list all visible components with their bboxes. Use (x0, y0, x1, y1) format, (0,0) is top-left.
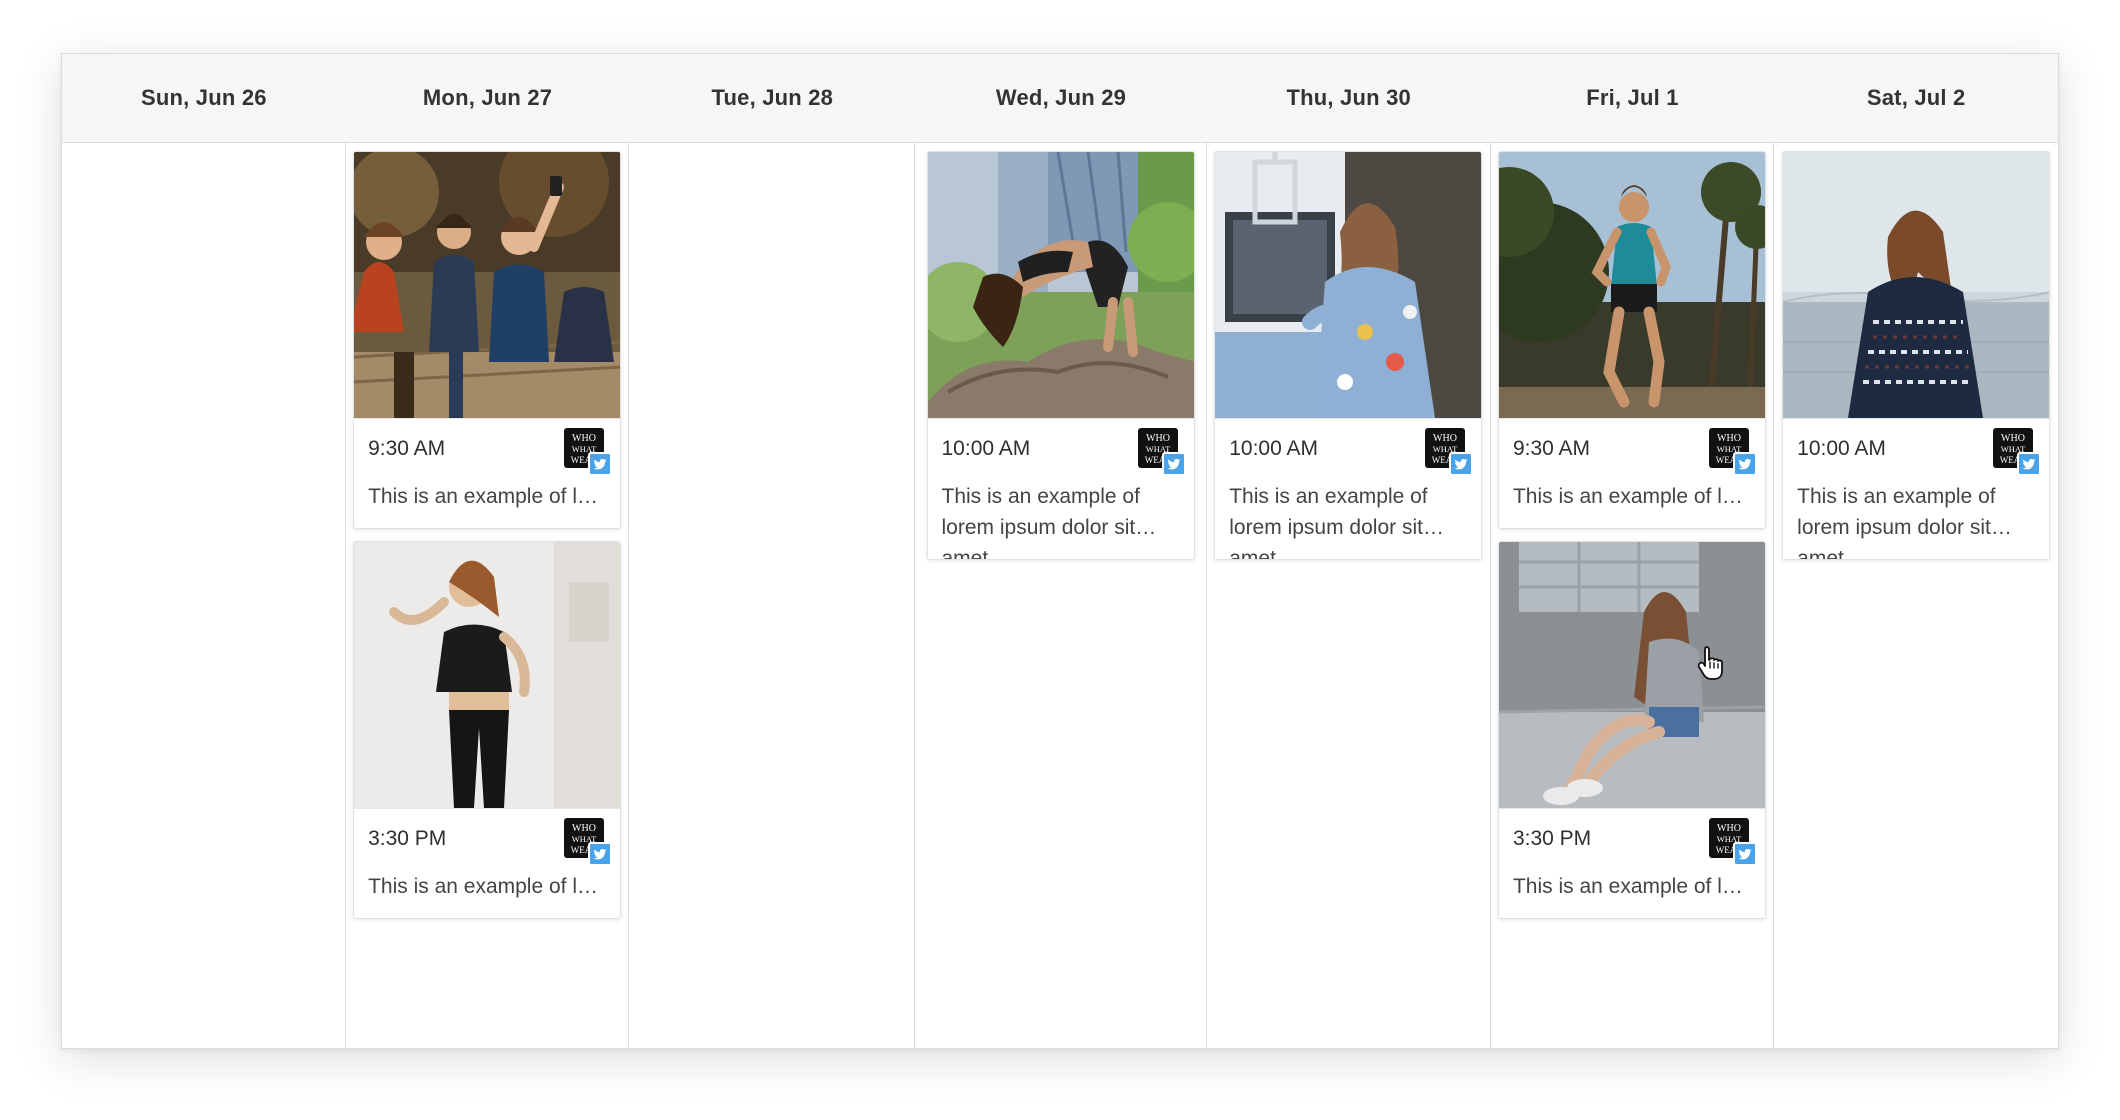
svg-text:WHO: WHO (572, 823, 596, 834)
day-header-tue[interactable]: Tue, Jun 28 (629, 54, 915, 142)
scheduled-post-card[interactable]: 3:30 PM WHO WHAT WEAR This is an example… (353, 541, 622, 919)
day-header-fri[interactable]: Fri, Jul 1 (1491, 54, 1775, 142)
woman-black-outfit-photo[interactable] (354, 542, 621, 809)
day-header-mon[interactable]: Mon, Jun 27 (346, 54, 630, 142)
twitter-icon (588, 452, 613, 476)
twitter-icon (1161, 452, 1186, 476)
sweater-seaside-photo[interactable] (1783, 152, 2050, 419)
svg-text:WHO: WHO (1433, 433, 1457, 444)
girl-sitting-floor-photo[interactable] (1498, 542, 1765, 809)
account-avatar[interactable]: WHO WHAT WEAR (1425, 428, 1474, 476)
post-time: 10:00 AM (1229, 437, 1318, 460)
post-time: 3:30 PM (1512, 827, 1592, 850)
post-time: 9:30 AM (368, 437, 446, 460)
day-column-mon[interactable]: 9:30 AM WHO WHAT WEAR This is an example… (346, 143, 630, 1048)
post-time: 10:00 AM (941, 437, 1031, 460)
day-column-fri[interactable]: 9:30 AM WHO WHAT WEAR This is an example… (1491, 143, 1775, 1048)
scheduled-post-card[interactable]: 10:00 AM WHO WHAT WEAR This is an exampl… (926, 151, 1195, 560)
post-caption: This is an example of lorem ipsum dolor … (1512, 875, 1765, 898)
post-meta: 3:30 PM WHO WHAT WEAR (354, 809, 620, 866)
post-time: 3:30 PM (368, 827, 447, 850)
post-caption: This is an example of lorem ipsum dolor … (941, 485, 1140, 559)
post-meta: 10:00 AM WHO WHAT WEAR (928, 419, 1194, 476)
svg-text:WHO: WHO (2001, 433, 2025, 444)
svg-text:WHO: WHO (572, 433, 596, 444)
twitter-icon (1449, 452, 1474, 476)
day-column-sun[interactable] (62, 143, 346, 1048)
day-column-tue[interactable] (629, 143, 916, 1048)
account-avatar[interactable]: WHO WHAT WEAR (1993, 428, 2042, 476)
twitter-icon (2017, 452, 2042, 476)
account-avatar[interactable]: WHO WHAT WEAR (1137, 428, 1186, 476)
friends-selfie-photo[interactable] (354, 152, 621, 419)
denim-jacket-van-photo[interactable] (1215, 152, 1482, 419)
scheduled-post-card[interactable]: 10:00 AM WHO WHAT WEAR This is an exampl… (1214, 151, 1483, 560)
scheduled-post-card[interactable]: 10:00 AM WHO WHAT WEAR This is an exampl… (1782, 151, 2051, 560)
post-meta: 10:00 AM WHO WHAT WEAR (1783, 419, 2049, 476)
post-meta: 9:30 AM WHO WHAT WEAR (1499, 419, 1765, 476)
day-header-sun[interactable]: Sun, Jun 26 (62, 54, 346, 142)
post-caption: This is an example of lorem ipsum dolor … (1512, 485, 1765, 508)
day-column-thu[interactable]: 10:00 AM WHO WHAT WEAR This is an exampl… (1207, 143, 1491, 1048)
day-column-sat[interactable]: 10:00 AM WHO WHAT WEAR This is an exampl… (1774, 143, 2058, 1048)
post-caption: This is an example of lorem ipsum dolor … (1229, 485, 1428, 559)
day-header-sat[interactable]: Sat, Jul 2 (1774, 54, 2058, 142)
post-meta: 3:30 PM WHO WHAT WEAR (1499, 809, 1765, 866)
svg-text:WHO: WHO (1717, 433, 1741, 444)
post-caption: This is an example of lorem ipsum dolor … (368, 485, 621, 508)
post-time: 10:00 AM (1797, 437, 1886, 460)
account-avatar[interactable]: WHO WHAT WEAR (564, 818, 613, 866)
day-column-wed[interactable]: 10:00 AM WHO WHAT WEAR This is an exampl… (915, 143, 1207, 1048)
scheduled-post-card[interactable]: 3:30 PM WHO WHAT WEAR This is an example… (1497, 541, 1766, 919)
day-header-thu[interactable]: Thu, Jun 30 (1207, 54, 1491, 142)
weekly-calendar: Sun, Jun 26 Mon, Jun 27 Tue, Jun 28 Wed,… (61, 53, 2059, 1049)
svg-text:WHO: WHO (1146, 433, 1170, 444)
runner-palms-photo[interactable] (1498, 152, 1765, 419)
post-time: 9:30 AM (1512, 437, 1590, 460)
calendar-header: Sun, Jun 26 Mon, Jun 27 Tue, Jun 28 Wed,… (62, 54, 2058, 143)
account-avatar[interactable]: WHO WHAT WEAR (564, 428, 613, 476)
scheduled-post-card[interactable]: 9:30 AM WHO WHAT WEAR This is an example… (1497, 151, 1766, 529)
post-caption: This is an example of lorem ipsum dolor … (1797, 485, 1996, 559)
twitter-icon (588, 842, 613, 866)
account-avatar[interactable]: WHO WHAT WEAR (1708, 428, 1757, 476)
post-meta: 9:30 AM WHO WHAT WEAR (354, 419, 620, 476)
svg-text:WHO: WHO (1717, 823, 1741, 834)
post-meta: 10:00 AM WHO WHAT WEAR (1215, 419, 1481, 476)
yoga-rock-photo[interactable] (927, 152, 1194, 419)
twitter-icon (1732, 842, 1757, 866)
twitter-icon (1732, 452, 1757, 476)
account-avatar[interactable]: WHO WHAT WEAR (1708, 818, 1757, 866)
scheduled-post-card[interactable]: 9:30 AM WHO WHAT WEAR This is an example… (353, 151, 622, 529)
calendar-body: 9:30 AM WHO WHAT WEAR This is an example… (62, 143, 2058, 1048)
post-caption: This is an example of lorem ipsum dolor … (368, 875, 621, 898)
day-header-wed[interactable]: Wed, Jun 29 (915, 54, 1207, 142)
